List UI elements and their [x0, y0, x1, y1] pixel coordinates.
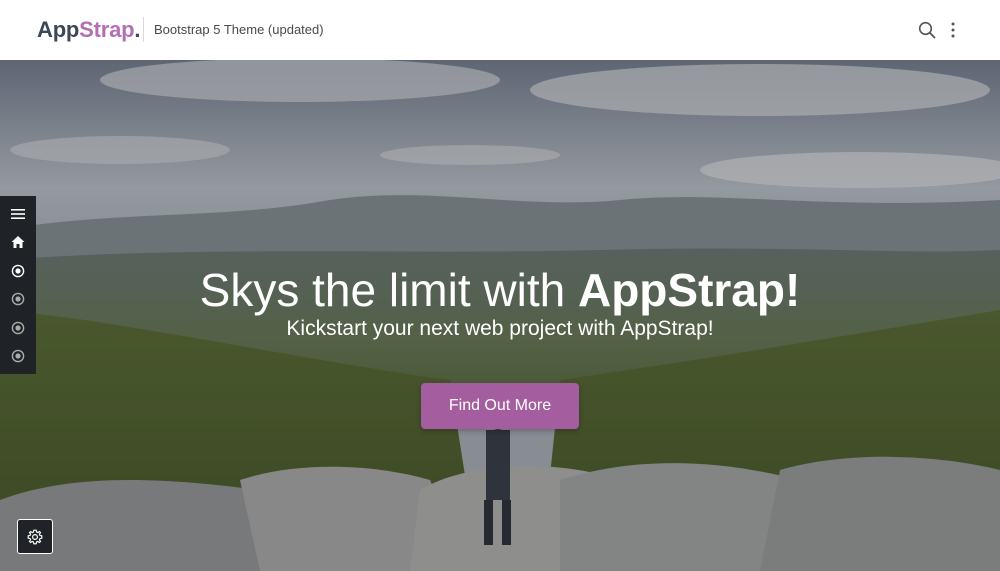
sidenav-section-item-2[interactable] — [0, 285, 36, 313]
sidenav-section-item-1[interactable] — [0, 257, 36, 285]
top-navbar: AppStrap. Bootstrap 5 Theme (updated) — [0, 0, 1000, 60]
radio-icon — [11, 292, 25, 306]
hero-headline: Skys the limit with AppStrap! — [0, 262, 1000, 318]
radio-icon — [11, 349, 25, 363]
sidenav-section-item-4[interactable] — [0, 342, 36, 370]
side-navigation — [0, 196, 36, 374]
gear-icon — [27, 529, 43, 544]
radio-icon — [11, 321, 25, 335]
site-subtitle: Bootstrap 5 Theme (updated) — [154, 22, 324, 37]
settings-button[interactable] — [17, 519, 53, 554]
brand-divider — [143, 17, 144, 42]
sidenav-home-item[interactable] — [0, 228, 36, 256]
hero-headline-bold: AppStrap! — [577, 264, 801, 316]
hero-tagline: Kickstart your next web project with App… — [286, 317, 714, 340]
sidenav-menu-item[interactable] — [0, 200, 36, 228]
menu-icon — [11, 209, 25, 219]
brand-strap-text: Strap — [79, 17, 135, 42]
brand-app-text: App — [37, 17, 80, 42]
find-out-more-button[interactable]: Find Out More — [421, 383, 579, 429]
sidenav-section-item-3[interactable] — [0, 314, 36, 342]
home-icon — [11, 236, 25, 248]
more-vertical-icon[interactable] — [945, 21, 961, 39]
hero-headline-light: Skys the limit with — [199, 264, 578, 316]
brand-logo[interactable]: AppStrap. — [37, 17, 141, 43]
hero-section: Skys the limit with AppStrap! Kickstart … — [0, 60, 1000, 571]
radio-active-icon — [11, 264, 25, 278]
search-icon[interactable] — [918, 21, 936, 39]
brand-dot-text: . — [134, 17, 141, 42]
